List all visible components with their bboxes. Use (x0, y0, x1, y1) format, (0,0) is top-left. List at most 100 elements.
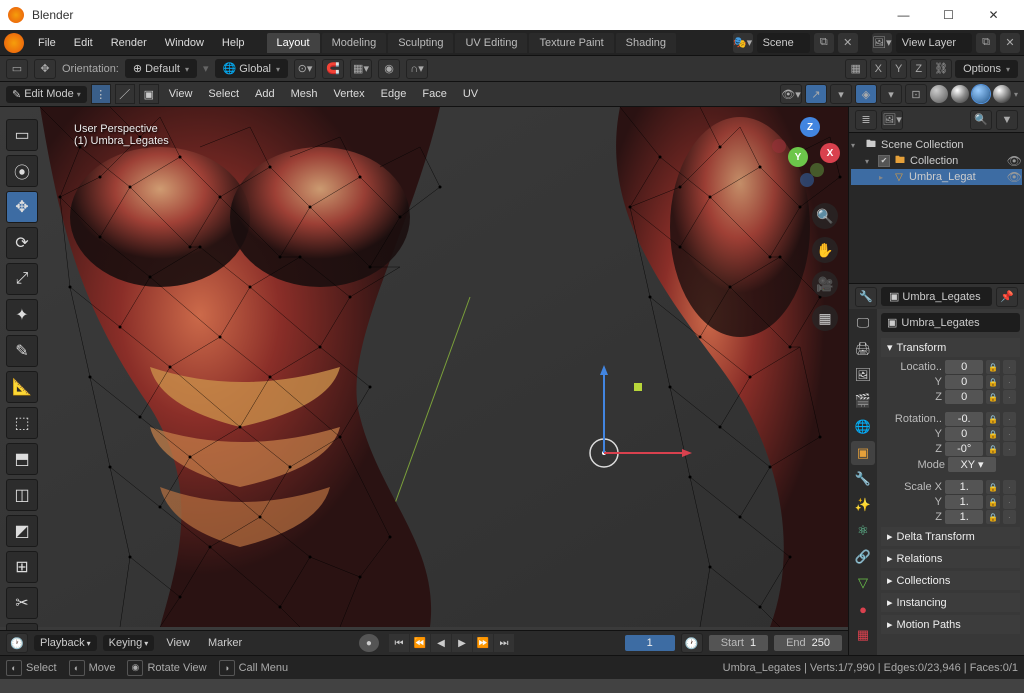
modifier-tab[interactable]: 🔧 (851, 467, 875, 491)
object-visibility-icon[interactable]: 👁 (1007, 170, 1022, 184)
rotation-x[interactable]: -0. (945, 412, 983, 426)
select-tool-icon[interactable]: ▭ (6, 59, 28, 79)
edge-select-mode[interactable]: ／ (115, 84, 135, 104)
data-tab[interactable]: ▽ (851, 571, 875, 595)
tab-shading[interactable]: Shading (616, 33, 676, 53)
jump-start-button[interactable]: ⏮ (389, 634, 409, 652)
outliner-display-mode[interactable]: 🖼▾ (881, 110, 903, 130)
playback-dropdown[interactable]: Playback▾ (34, 635, 97, 651)
mirror-z[interactable]: Z (910, 59, 927, 79)
cursor-tool[interactable]: ⦿ (6, 155, 38, 187)
help-menu[interactable]: Help (214, 34, 253, 52)
keying-dropdown[interactable]: Keying▾ (103, 635, 155, 651)
select-menu[interactable]: Select (202, 86, 245, 102)
scale-x[interactable]: 1. (945, 480, 983, 494)
options-dropdown[interactable]: Options (955, 60, 1018, 78)
prev-key-button[interactable]: ⏪ (410, 634, 430, 652)
material-tab[interactable]: ● (851, 597, 875, 621)
vertex-select-mode[interactable]: ⋮ (91, 84, 111, 104)
mode-dropdown[interactable]: ✎Edit Mode▾ (6, 86, 87, 103)
vertex-menu[interactable]: Vertex (327, 86, 370, 102)
edge-menu[interactable]: Edge (375, 86, 413, 102)
outliner[interactable]: 🖿Scene Collection ✔🖿Collection👁 ▽Umbra_L… (849, 133, 1024, 283)
browse-scene-button[interactable]: 🎭▾ (733, 33, 753, 53)
visibility-button[interactable]: 👁▾ (780, 84, 802, 104)
transform-tool[interactable]: ✦ (6, 299, 38, 331)
object-name-field[interactable]: ▣Umbra_Legates (881, 287, 992, 306)
play-button[interactable]: ▶ (452, 634, 472, 652)
maximize-button[interactable]: ☐ (926, 0, 971, 30)
output-tab[interactable]: 🖨 (851, 337, 875, 361)
play-reverse-button[interactable]: ◀ (431, 634, 451, 652)
camera-icon[interactable]: 🎥 (812, 271, 838, 297)
tab-modeling[interactable]: Modeling (322, 33, 387, 53)
polybuild-tool[interactable]: ▲ (6, 623, 38, 630)
start-frame-field[interactable]: Start1 (709, 635, 768, 651)
navigation-gizmo[interactable]: X Y Z (770, 117, 840, 187)
lock-icon[interactable]: 🔒 (986, 360, 999, 374)
browse-viewlayer-button[interactable]: 🖼▾ (872, 33, 892, 53)
current-frame-field[interactable]: 1 (625, 635, 675, 651)
nav-y-axis[interactable]: Y (788, 147, 808, 167)
add-cube-tool[interactable]: ⬚ (6, 407, 38, 439)
outliner-filter-icon[interactable]: ▼ (996, 110, 1018, 130)
pivot-dropdown[interactable]: 🌐Global (215, 59, 289, 78)
loopcut-tool[interactable]: ⊞ (6, 551, 38, 583)
orientation-dropdown[interactable]: ⊕Default (125, 59, 197, 78)
gizmo-options[interactable]: ▾ (830, 84, 852, 104)
mesh-options-icon[interactable]: ▦ (845, 59, 867, 79)
transform-panel-header[interactable]: ▾Transform (881, 338, 1020, 357)
collection-item[interactable]: Collection (910, 155, 958, 167)
edit-menu[interactable]: Edit (66, 34, 101, 52)
scene-field[interactable]: Scene (757, 33, 810, 53)
file-menu[interactable]: File (30, 34, 64, 52)
tab-uvediting[interactable]: UV Editing (455, 33, 527, 53)
3d-viewport[interactable]: User Perspective (1) Umbra_Legates ▭ ⦿ ✥… (0, 107, 848, 630)
scale-tool[interactable]: ⤢ (6, 263, 38, 295)
next-key-button[interactable]: ⏩ (473, 634, 493, 652)
collections-panel[interactable]: ▸Collections (881, 571, 1020, 590)
viewlayer-tab[interactable]: 🖼 (851, 363, 875, 387)
cursor-tool-icon[interactable]: ✥ (34, 59, 56, 79)
rendered-shading[interactable] (993, 85, 1011, 103)
zoom-icon[interactable]: 🔍 (812, 203, 838, 229)
end-frame-field[interactable]: End250 (774, 635, 842, 651)
minimize-button[interactable]: — (881, 0, 926, 30)
physics-tab[interactable]: ⚛ (851, 519, 875, 543)
mirror-y[interactable]: Y (890, 59, 907, 79)
measure-tool[interactable]: 📐 (6, 371, 38, 403)
motion-paths-panel[interactable]: ▸Motion Paths (881, 615, 1020, 634)
mirror-x[interactable]: X (870, 59, 887, 79)
pivot-point-button[interactable]: ⊙▾ (294, 59, 316, 79)
autokey-toggle[interactable]: ● (359, 634, 379, 652)
tab-texturepaint[interactable]: Texture Paint (529, 33, 613, 53)
scene-tab[interactable]: 🎬 (851, 389, 875, 413)
snapping-toggle[interactable]: 🧲 (322, 59, 344, 79)
world-tab[interactable]: 🌐 (851, 415, 875, 439)
proportional-toggle[interactable]: ◉ (378, 59, 400, 79)
annotate-tool[interactable]: ✎ (6, 335, 38, 367)
overlays-toggle[interactable]: ◈ (855, 84, 877, 104)
timeline-editor-icon[interactable]: 🕐 (6, 633, 28, 653)
nav-z-axis[interactable]: Z (800, 117, 820, 137)
object-item[interactable]: Umbra_Legat (909, 171, 976, 183)
properties-editor-icon[interactable]: 🔧 (855, 287, 877, 307)
texture-tab[interactable]: ▦ (851, 623, 875, 647)
nav-x-axis[interactable]: X (820, 143, 840, 163)
constraints-tab[interactable]: 🔗 (851, 545, 875, 569)
new-viewlayer-button[interactable]: ⧉ (976, 33, 996, 53)
move-tool[interactable]: ✥ (6, 191, 38, 223)
rotate-tool[interactable]: ⟳ (6, 227, 38, 259)
timeline-view-menu[interactable]: View (160, 635, 196, 651)
add-menu[interactable]: Add (249, 86, 281, 102)
particles-tab[interactable]: ✨ (851, 493, 875, 517)
delete-viewlayer-button[interactable]: ✕ (1000, 33, 1020, 53)
inset-tool[interactable]: ◫ (6, 479, 38, 511)
gizmo-toggle[interactable]: ↗ (805, 84, 827, 104)
select-box-tool[interactable]: ▭ (6, 119, 38, 151)
proportional-falloff-button[interactable]: ∩▾ (406, 59, 428, 79)
solid-shading[interactable] (951, 85, 969, 103)
face-menu[interactable]: Face (416, 86, 452, 102)
location-z[interactable]: 0 (945, 390, 983, 404)
rotation-z[interactable]: -0° (945, 442, 983, 456)
